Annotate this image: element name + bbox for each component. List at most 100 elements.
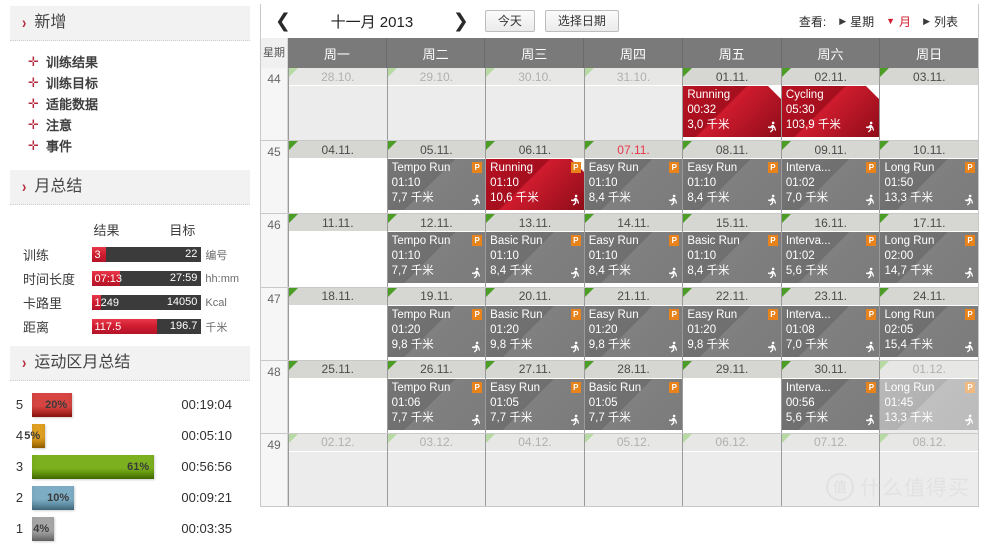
day-cell[interactable]: 12.11. Tempo Run 01:10 7,7 千米 P xyxy=(386,214,486,287)
new-item-5[interactable]: ✛ 事件 xyxy=(28,135,260,156)
calendar-event[interactable]: Basic Run 01:05 7,7 千米 P xyxy=(584,378,683,430)
day-cell[interactable]: 15.11. Basic Run 01:10 8,4 千米 P xyxy=(682,214,781,287)
new-item-2[interactable]: ✛ 训练目标 xyxy=(28,72,260,93)
day-cell[interactable]: 01.11. Running 00:32 3,0 千米 xyxy=(682,68,781,141)
day-cell[interactable]: 06.11. Running 01:10 10,6 千米 P xyxy=(485,141,584,214)
calendar-event[interactable]: Basic Run 01:20 9,8 千米 P xyxy=(486,305,584,357)
new-panel-header[interactable]: › 新增 xyxy=(10,6,250,41)
day-cell[interactable]: 07.11. Easy Run 01:10 8,4 千米 P xyxy=(583,141,683,214)
calendar-event[interactable]: Interva... 01:02 7,0 千米 P xyxy=(781,159,880,211)
new-item-label: 事件 xyxy=(46,139,73,154)
day-cell[interactable]: 07.12. xyxy=(780,433,880,507)
day-cell[interactable]: 18.11. xyxy=(288,287,387,360)
day-cell[interactable]: 21.11. Easy Run 01:20 9,8 千米 P xyxy=(583,287,683,360)
day-date-label: 06.12. xyxy=(715,435,749,450)
planned-badge-icon: P xyxy=(965,235,976,247)
new-item-1[interactable]: ✛ 训练结果 xyxy=(28,51,260,72)
stats-row-label: 距离 xyxy=(23,320,50,335)
stats-header-unit xyxy=(201,220,246,241)
calendar-event[interactable]: Long Run 01:45 13,3 千米 P xyxy=(880,378,979,430)
calendar-event[interactable]: Long Run 01:50 13,3 千米 P xyxy=(880,159,979,211)
day-cell[interactable]: 04.11. xyxy=(288,141,387,214)
calendar-event[interactable]: Tempo Run 01:10 7,7 千米 P xyxy=(387,232,486,284)
calendar-event[interactable]: Easy Run 01:10 8,4 千米 P xyxy=(584,159,683,211)
day-cell[interactable]: 29.11. xyxy=(682,360,781,433)
calendar-event[interactable]: Easy Run 01:20 9,8 千米 P xyxy=(683,305,781,357)
calendar-event[interactable]: Easy Run 01:10 8,4 千米 P xyxy=(584,232,683,284)
day-cell[interactable]: 01.12. Long Run 01:45 13,3 千米 P xyxy=(879,360,979,433)
day-cell[interactable]: 25.11. xyxy=(288,360,387,433)
day-cell[interactable]: 20.11. Basic Run 01:20 9,8 千米 P xyxy=(485,287,584,360)
prev-month-button[interactable]: ❮ xyxy=(269,12,297,31)
day-cell[interactable]: 05.11. Tempo Run 01:10 7,7 千米 P xyxy=(386,141,486,214)
today-button[interactable]: 今天 xyxy=(484,10,535,32)
view-option-3[interactable]: ▶ 列表 xyxy=(917,13,964,30)
calendar-event[interactable]: Long Run 02:00 14,7 千米 P xyxy=(880,232,979,284)
day-cell[interactable]: 03.12. xyxy=(386,433,486,507)
day-cell[interactable]: 09.11. Interva... 01:02 7,0 千米 P xyxy=(780,141,880,214)
calendar-event[interactable]: Tempo Run 01:20 9,8 千米 P xyxy=(387,305,486,357)
day-corner-icon xyxy=(880,433,890,443)
day-cell[interactable]: 08.11. Easy Run 01:10 8,4 千米 P xyxy=(682,141,781,214)
calendar-event[interactable]: Basic Run 01:10 8,4 千米 P xyxy=(486,232,584,284)
view-option-2[interactable]: ▼ 月 xyxy=(880,13,917,30)
day-cell[interactable]: 30.10. xyxy=(485,68,584,141)
day-cell[interactable]: 31.10. xyxy=(583,68,683,141)
day-cell[interactable]: 02.12. xyxy=(288,433,387,507)
calendar-event[interactable]: Running 01:10 10,6 千米 P xyxy=(486,159,584,211)
day-date-label: 02.11. xyxy=(814,69,847,84)
event-distance: 7,0 千米 xyxy=(785,192,829,205)
day-cell[interactable]: 05.12. xyxy=(583,433,683,507)
stats-row: 距离 117.5 196.7 千米 xyxy=(22,316,246,337)
day-cell[interactable]: 11.11. xyxy=(288,214,387,287)
calendar-event[interactable]: Cycling 05:30 103,9 千米 xyxy=(781,86,880,137)
new-item-4[interactable]: ✛ 注意 xyxy=(28,114,260,135)
calendar-event[interactable]: Easy Run 01:05 7,7 千米 P xyxy=(486,378,584,430)
day-cell[interactable]: 30.11. Interva... 00:56 5,6 千米 P xyxy=(780,360,880,433)
day-cell[interactable]: 10.11. Long Run 01:50 13,3 千米 P xyxy=(879,141,979,214)
day-cell[interactable]: 22.11. Easy Run 01:20 9,8 千米 P xyxy=(682,287,781,360)
pick-date-button[interactable]: 选择日期 xyxy=(544,10,619,32)
calendar-event[interactable]: Interva... 00:56 5,6 千米 P xyxy=(781,378,880,430)
day-cell[interactable]: 02.11. Cycling 05:30 103,9 千米 xyxy=(780,68,880,141)
day-cell[interactable]: 19.11. Tempo Run 01:20 9,8 千米 P xyxy=(386,287,486,360)
next-month-button[interactable]: ❯ xyxy=(447,12,475,31)
calendar-event[interactable]: Easy Run 01:20 9,8 千米 P xyxy=(584,305,683,357)
day-date-bar: 02.12. xyxy=(289,433,387,452)
day-cell[interactable]: 28.11. Basic Run 01:05 7,7 千米 P xyxy=(583,360,683,433)
zone-percent: 5% xyxy=(24,429,41,442)
new-item-3[interactable]: ✛ 适能数据 xyxy=(28,93,260,114)
day-cell[interactable]: 27.11. Easy Run 01:05 7,7 千米 P xyxy=(485,360,584,433)
day-cell[interactable]: 03.11. xyxy=(879,68,979,141)
month-summary-header[interactable]: › 月总结 xyxy=(10,170,250,205)
day-date-label: 04.12. xyxy=(518,435,552,450)
day-cell[interactable]: 26.11. Tempo Run 01:06 7,7 千米 P xyxy=(386,360,486,433)
event-duration: 01:02 xyxy=(785,177,815,190)
day-cell[interactable]: 23.11. Interva... 01:08 7,0 千米 P xyxy=(780,287,880,360)
day-cell[interactable]: 28.10. xyxy=(288,68,387,141)
stats-row-bar: 3 22 xyxy=(91,244,202,265)
day-cell[interactable]: 24.11. Long Run 02:05 15,4 千米 P xyxy=(879,287,979,360)
event-title: Tempo Run xyxy=(391,162,451,175)
calendar-event[interactable]: Tempo Run 01:10 7,7 千米 P xyxy=(387,159,486,211)
planned-badge-icon: P xyxy=(570,235,581,247)
day-corner-icon xyxy=(486,287,496,297)
calendar-event[interactable]: Easy Run 01:10 8,4 千米 P xyxy=(683,159,781,211)
day-cell[interactable]: 29.10. xyxy=(386,68,486,141)
day-cell[interactable]: 04.12. xyxy=(485,433,584,507)
day-cell[interactable]: 17.11. Long Run 02:00 14,7 千米 P xyxy=(879,214,979,287)
calendar-event[interactable]: Running 00:32 3,0 千米 xyxy=(683,86,781,137)
day-cell[interactable]: 06.12. xyxy=(682,433,781,507)
calendar-event[interactable]: Interva... 01:02 5,6 千米 P xyxy=(781,232,880,284)
calendar-event[interactable]: Tempo Run 01:06 7,7 千米 P xyxy=(387,378,486,430)
view-option-1[interactable]: ▶ 星期 xyxy=(833,13,880,30)
calendar-event[interactable]: Interva... 01:08 7,0 千米 P xyxy=(781,305,880,357)
zone-summary-header[interactable]: › 运动区月总结 xyxy=(10,346,250,381)
stats-row-unit: 编号 xyxy=(205,249,228,262)
calendar-event[interactable]: Basic Run 01:10 8,4 千米 P xyxy=(683,232,781,284)
day-cell[interactable]: 16.11. Interva... 01:02 5,6 千米 P xyxy=(780,214,880,287)
day-cell[interactable]: 14.11. Easy Run 01:10 8,4 千米 P xyxy=(583,214,683,287)
day-cell[interactable]: 08.12. xyxy=(879,433,979,507)
calendar-event[interactable]: Long Run 02:05 15,4 千米 P xyxy=(880,305,979,357)
day-cell[interactable]: 13.11. Basic Run 01:10 8,4 千米 P xyxy=(485,214,584,287)
